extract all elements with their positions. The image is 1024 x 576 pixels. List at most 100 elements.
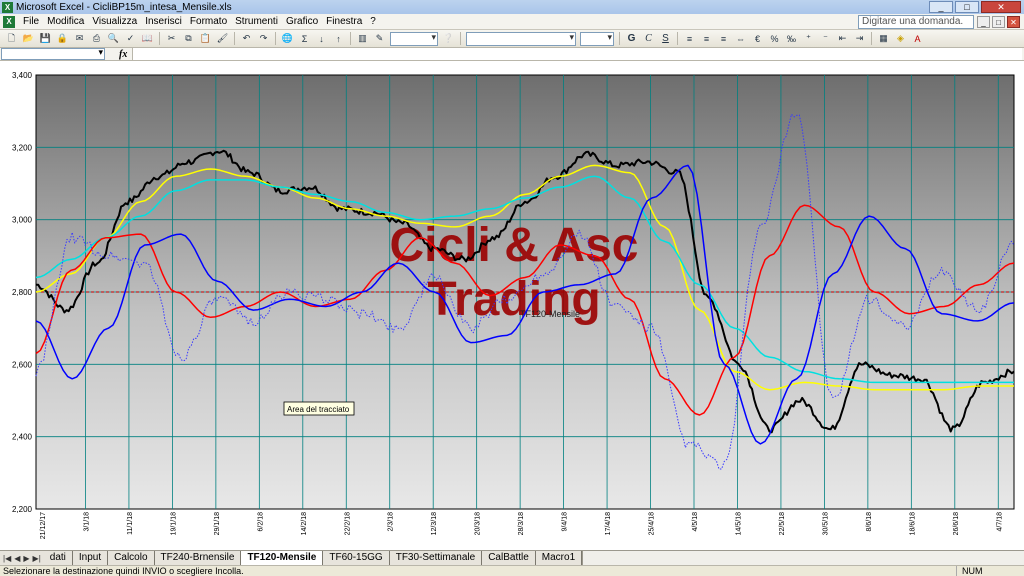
- tab-input[interactable]: Input: [72, 551, 109, 565]
- y-tick-label: 2,800: [12, 288, 33, 297]
- sheet-tab-bar: |◀ ◀ ▶ ▶| dati Input Calcolo TF240-Brnen…: [0, 550, 1024, 565]
- print-preview-icon[interactable]: 🔍: [106, 31, 121, 46]
- menu-help[interactable]: ?: [366, 16, 380, 27]
- fill-color-icon[interactable]: ◈: [893, 31, 908, 46]
- font-name-combo[interactable]: [466, 31, 576, 46]
- x-tick-label: 20/3/18: [475, 512, 482, 535]
- decrease-decimal-icon[interactable]: ⁻: [818, 31, 833, 46]
- italic-icon[interactable]: C: [641, 31, 656, 46]
- minimize-button[interactable]: _: [929, 1, 953, 13]
- x-tick-label: 6/2/18: [257, 512, 264, 532]
- chart-svg[interactable]: Cicli & AscTradingTF120-Mensile 3,4003,2…: [0, 61, 1024, 550]
- menu-inserisci[interactable]: Inserisci: [141, 16, 186, 27]
- x-axis: 21/12/17 3/1/18 11/1/18 19/1/18 29/1/18 6/2/1…: [40, 512, 1003, 539]
- x-tick-label: 30/5/18: [822, 512, 829, 535]
- format-painter-icon[interactable]: 🖌: [215, 31, 230, 46]
- spelling-icon[interactable]: ✓: [123, 31, 138, 46]
- save-icon[interactable]: 💾: [38, 31, 53, 46]
- email-icon[interactable]: ✉: [72, 31, 87, 46]
- tab-tf120-mensile[interactable]: TF120-Mensile: [241, 551, 324, 565]
- menu-formato[interactable]: Formato: [186, 16, 231, 27]
- bold-icon[interactable]: G: [624, 31, 639, 46]
- prev-sheet-icon[interactable]: ◀: [14, 554, 20, 563]
- doc-minimize-button[interactable]: _: [977, 16, 990, 28]
- menu-modifica[interactable]: Modifica: [43, 16, 88, 27]
- redo-icon[interactable]: ↷: [256, 31, 271, 46]
- name-box[interactable]: [1, 47, 105, 60]
- zoom-combo[interactable]: [390, 31, 438, 46]
- new-icon[interactable]: 🗋: [4, 31, 19, 46]
- maximize-button[interactable]: □: [955, 1, 979, 13]
- tab-tf240[interactable]: TF240-Brnensile: [154, 551, 242, 565]
- sort-ascending-icon[interactable]: ↓: [314, 31, 329, 46]
- x-tick-label: 4/5/18: [692, 512, 699, 532]
- align-right-icon[interactable]: ≡: [716, 31, 731, 46]
- tab-calcolo[interactable]: Calcolo: [108, 551, 155, 565]
- first-sheet-icon[interactable]: |◀: [3, 554, 11, 563]
- next-sheet-icon[interactable]: ▶: [23, 554, 29, 563]
- workbook-icon[interactable]: X: [3, 15, 15, 28]
- fx-icon[interactable]: fx: [119, 49, 127, 60]
- autosum-icon[interactable]: Σ: [297, 31, 312, 46]
- y-tick-label: 2,600: [12, 360, 33, 369]
- align-center-icon[interactable]: ≡: [699, 31, 714, 46]
- paste-icon[interactable]: 📋: [198, 31, 213, 46]
- doc-close-button[interactable]: ✕: [1007, 16, 1020, 28]
- hyperlink-icon[interactable]: 🌐: [280, 31, 295, 46]
- menu-visualizza[interactable]: Visualizza: [88, 16, 141, 27]
- toolbar-separator: [871, 32, 872, 45]
- increase-indent-icon[interactable]: ⇥: [852, 31, 867, 46]
- tab-dati[interactable]: dati: [43, 551, 73, 565]
- permission-icon[interactable]: 🔒: [55, 31, 70, 46]
- x-tick-label: 25/4/18: [649, 512, 656, 535]
- toolbar-separator: [677, 32, 678, 45]
- x-tick-label: 22/2/18: [344, 512, 351, 535]
- menu-finestra[interactable]: Finestra: [322, 16, 366, 27]
- font-size-combo[interactable]: [580, 31, 614, 46]
- decrease-indent-icon[interactable]: ⇤: [835, 31, 850, 46]
- copy-icon[interactable]: ⧉: [181, 31, 196, 46]
- menu-grafico[interactable]: Grafico: [282, 16, 322, 27]
- close-button[interactable]: ✕: [981, 1, 1021, 13]
- percent-icon[interactable]: %: [767, 31, 782, 46]
- merge-center-icon[interactable]: ⇔: [733, 31, 748, 46]
- y-tick-label: 2,400: [12, 433, 33, 442]
- tab-tf30-settimanale[interactable]: TF30-Settimanale: [389, 551, 483, 565]
- tab-navigation: |◀ ◀ ▶ ▶|: [0, 551, 44, 565]
- cut-icon[interactable]: ✂: [164, 31, 179, 46]
- font-color-icon[interactable]: A: [910, 31, 925, 46]
- y-tick-label: 3,000: [12, 216, 33, 225]
- drawing-icon[interactable]: ✎: [372, 31, 387, 46]
- y-tick-label: 2,200: [12, 505, 33, 514]
- borders-icon[interactable]: ▦: [876, 31, 891, 46]
- print-icon[interactable]: ⎙: [89, 31, 104, 46]
- menu-strumenti[interactable]: Strumenti: [231, 16, 282, 27]
- tab-tf60-15gg[interactable]: TF60-15GG: [323, 551, 390, 565]
- underline-icon[interactable]: S: [658, 31, 673, 46]
- x-tick-label: 2/3/18: [388, 512, 395, 532]
- sort-descending-icon[interactable]: ↑: [331, 31, 346, 46]
- help-icon[interactable]: ❔: [441, 31, 456, 46]
- doc-restore-button[interactable]: □: [992, 16, 1005, 28]
- last-sheet-icon[interactable]: ▶|: [33, 554, 41, 563]
- undo-icon[interactable]: ↶: [239, 31, 254, 46]
- open-icon[interactable]: 📂: [21, 31, 36, 46]
- align-left-icon[interactable]: ≡: [682, 31, 697, 46]
- x-tick-label: 28/3/18: [518, 512, 525, 535]
- thousands-icon[interactable]: ‰: [784, 31, 799, 46]
- x-tick-label: 19/1/18: [170, 512, 177, 535]
- horizontal-scrollbar[interactable]: [582, 551, 1024, 565]
- currency-icon[interactable]: €: [750, 31, 765, 46]
- help-question-input[interactable]: Digitare una domanda.: [858, 15, 974, 29]
- formula-input[interactable]: [132, 48, 1022, 60]
- tab-calbattle[interactable]: CalBattle: [482, 551, 536, 565]
- toolbar-separator: [159, 32, 160, 45]
- tab-macro1[interactable]: Macro1: [535, 551, 583, 565]
- x-tick-label: 18/6/18: [909, 512, 916, 535]
- window-controls: _ □ ✕: [929, 1, 1021, 13]
- menu-file[interactable]: File: [19, 16, 43, 27]
- research-icon[interactable]: 📖: [140, 31, 155, 46]
- increase-decimal-icon[interactable]: ⁺: [801, 31, 816, 46]
- chart-sheet[interactable]: Cicli & Asc Trading TF120-Mensile 3,400 3,2…: [0, 61, 1024, 550]
- chart-wizard-icon[interactable]: ▥: [355, 31, 370, 46]
